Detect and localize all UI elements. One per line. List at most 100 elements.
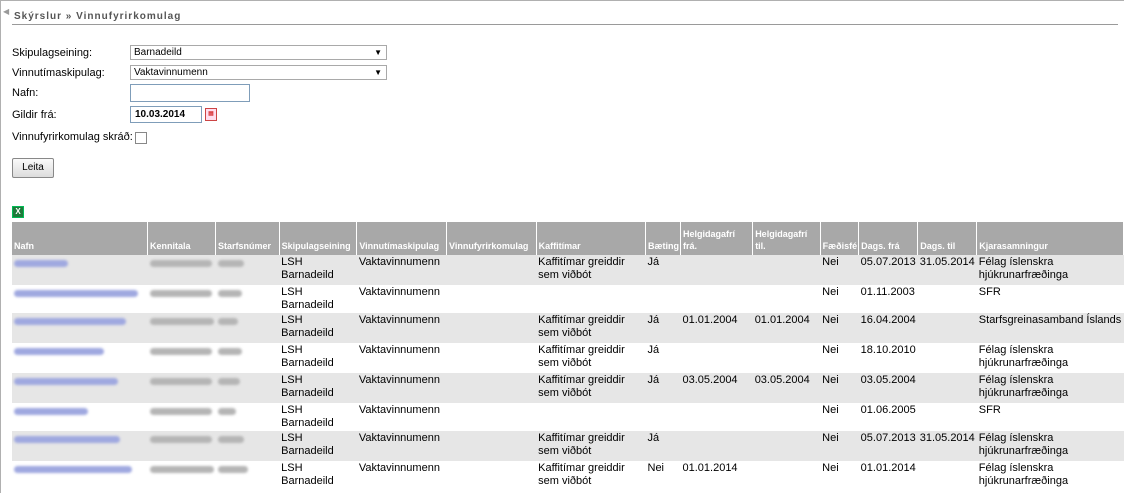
- cell-helgi-fra: 01.01.2014: [682, 462, 738, 474]
- col-header-vinnutimaskipulag[interactable]: Vinnutímaskipulag: [356, 222, 448, 255]
- cell-kennitala: [148, 285, 216, 313]
- redacted-name[interactable]: [14, 378, 118, 385]
- redacted-name[interactable]: [14, 408, 88, 415]
- col-header-nafn[interactable]: Nafn: [12, 222, 149, 255]
- col-header-vinnufyrirkomulag[interactable]: Vinnufyrirkomulag: [446, 222, 537, 255]
- cell-starfsnumer: [216, 461, 280, 491]
- cell-starfsnumer: [216, 403, 280, 431]
- cell-kaffitimar: Kaffitímar greiddir sem viðbót: [536, 373, 646, 403]
- search-button[interactable]: Leita: [12, 158, 54, 178]
- cell-nafn[interactable]: [12, 461, 148, 491]
- redacted-starfsnumer: [217, 466, 248, 473]
- cell-dags-til: [917, 373, 977, 403]
- cell-dags-til: [918, 285, 977, 313]
- redacted-name[interactable]: [14, 348, 104, 355]
- cell-starfsnumer: [215, 255, 280, 285]
- cell-starfsnumer: [216, 285, 280, 313]
- cell-kennitala: [147, 373, 216, 403]
- skipulagseining-value: Barnadeild: [134, 47, 182, 58]
- calendar-icon[interactable]: ▦: [205, 108, 217, 121]
- cell-helgi-til: 01.01.2004: [752, 313, 821, 343]
- redacted-name[interactable]: [14, 318, 126, 325]
- cell-kaffitimar: [536, 285, 645, 313]
- results-table: Nafn Kennitala Starfsnúmer Skipulagseini…: [12, 222, 1124, 491]
- cell-vinnutimaskipulag: Vaktavinnumenn: [358, 462, 440, 474]
- chevron-down-icon: ▼: [374, 48, 382, 57]
- col-header-dags-til[interactable]: Dags. til: [917, 222, 978, 255]
- cell-vinnufyrirkomulag: [447, 403, 537, 431]
- table-row[interactable]: LSH Barnadeild Vaktavinnumenn Nei 01.11.200…: [12, 285, 1124, 313]
- breadcrumb-divider: [12, 24, 1118, 25]
- cell-nafn[interactable]: [12, 373, 148, 403]
- redacted-starfsnumer: [217, 290, 242, 297]
- table-row[interactable]: LSH Barnadeild Vaktavinnumenn Kaffitímar g…: [12, 373, 1124, 403]
- table-row[interactable]: LSH Barnadeild Vaktavinnumenn Kaffitímar g…: [12, 431, 1124, 461]
- cell-vinnutimaskipulag: Vaktavinnumenn: [356, 373, 447, 403]
- cell-nafn[interactable]: [12, 403, 148, 431]
- redacted-name[interactable]: [14, 290, 138, 297]
- table-row[interactable]: LSH Barnadeild Vaktavinnumenn Kaffitímar g…: [12, 343, 1124, 373]
- table-row[interactable]: LSH Barnadeild Vaktavinnumenn Kaffitímar g…: [12, 255, 1124, 285]
- col-header-helgi-til[interactable]: Helgidagafrí til.: [752, 222, 821, 255]
- cell-kaffitimar: Kaffitímar greiddir sem viðbót: [536, 255, 646, 285]
- cell-kaffitimar: Kaffitímar greiddir sem viðbót: [538, 344, 625, 369]
- table-row[interactable]: LSH Barnadeild Vaktavinnumenn Kaffitímar g…: [12, 313, 1124, 343]
- col-header-starfsnumer[interactable]: Starfsnúmer: [215, 222, 280, 255]
- redacted-starfsnumer: [217, 408, 236, 415]
- col-header-dags-fra[interactable]: Dags. frá: [858, 222, 919, 255]
- redacted-name[interactable]: [14, 466, 132, 473]
- skrad-label: Vinnufyrirkomulag skráð:: [12, 131, 133, 143]
- skipulagseining-select[interactable]: Barnadeild ▼: [130, 45, 387, 60]
- skrad-checkbox[interactable]: [135, 132, 147, 144]
- cell-helgi-fra: [681, 285, 753, 313]
- col-header-faedisfe[interactable]: Fæðisfé: [820, 222, 860, 255]
- col-header-baeting[interactable]: Bæting: [645, 222, 681, 255]
- cell-nafn[interactable]: [12, 343, 148, 373]
- cell-skipulagseining: LSH Barnadeild: [279, 373, 357, 403]
- cell-helgi-fra: 03.05.2004: [680, 373, 753, 403]
- cell-nafn[interactable]: [12, 431, 148, 461]
- col-header-kjarasamningur[interactable]: Kjarasamningur: [976, 222, 1124, 255]
- col-header-skipulagseining[interactable]: Skipulagseining: [279, 222, 358, 255]
- nafn-input[interactable]: [130, 84, 250, 102]
- cell-faedisfe: Nei: [822, 404, 839, 416]
- chevron-down-icon: ▼: [374, 68, 382, 77]
- cell-nafn[interactable]: [12, 255, 148, 285]
- cell-vinnufyrirkomulag: [446, 431, 537, 461]
- cell-helgi-fra: [681, 343, 753, 373]
- col-header-helgi-fra[interactable]: Helgidagafrí frá.: [680, 222, 754, 255]
- cell-faedisfe: Nei: [820, 255, 859, 285]
- cell-kjarasamningur: Félag íslenskra hjúkrunarfræðinga: [976, 373, 1124, 403]
- redacted-name[interactable]: [14, 436, 120, 443]
- cell-dags-fra: 05.07.2013: [858, 255, 918, 285]
- cell-starfsnumer: [215, 431, 280, 461]
- redacted-starfsnumer: [217, 348, 242, 355]
- table-row[interactable]: LSH Barnadeild Vaktavinnumenn Kaffitímar g…: [12, 461, 1124, 491]
- cell-dags-fra: 18.10.2010: [860, 344, 916, 356]
- table-header-row: Nafn Kennitala Starfsnúmer Skipulagseini…: [12, 222, 1124, 255]
- cell-dags-til: [918, 403, 977, 431]
- cell-kjarasamningur: Starfsgreinasamband Íslands: [976, 313, 1124, 343]
- redacted-kennitala: [149, 378, 212, 385]
- cell-baeting: [646, 285, 681, 313]
- cell-dags-fra: 03.05.2004: [858, 373, 918, 403]
- cell-nafn[interactable]: [12, 285, 148, 313]
- cell-helgi-til: [753, 461, 820, 491]
- redacted-kennitala: [149, 466, 214, 473]
- redacted-name[interactable]: [14, 260, 68, 267]
- col-header-kennitala[interactable]: Kennitala: [147, 222, 217, 255]
- table-row[interactable]: LSH Barnadeild Vaktavinnumenn Nei 01.06.200…: [12, 403, 1124, 431]
- excel-export-icon[interactable]: X: [12, 206, 24, 218]
- cell-helgi-til: [752, 255, 821, 285]
- cell-kennitala: [148, 461, 216, 491]
- cell-baeting: Já: [645, 373, 681, 403]
- cell-vinnufyrirkomulag: [447, 343, 537, 373]
- vinnutimaskipulag-select[interactable]: Vaktavinnumenn ▼: [130, 65, 387, 80]
- cell-dags-fra: 01.06.2005: [860, 404, 916, 416]
- cell-nafn[interactable]: [12, 313, 148, 343]
- cell-kennitala: [147, 313, 216, 343]
- collapse-arrow-icon[interactable]: ◀: [3, 7, 9, 16]
- gildir-date-input[interactable]: 10.03.2014: [130, 106, 202, 123]
- col-header-kaffitimar[interactable]: Kaffitímar: [536, 222, 647, 255]
- cell-kennitala: [147, 255, 216, 285]
